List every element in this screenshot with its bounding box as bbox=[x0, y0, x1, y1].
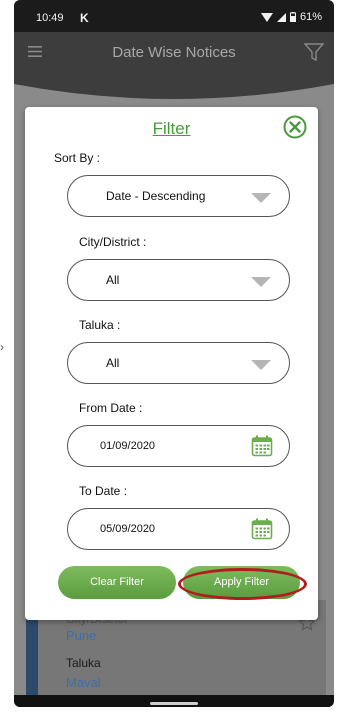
notice-city-value: Pune bbox=[66, 628, 97, 643]
clear-filter-button[interactable]: Clear Filter bbox=[58, 566, 176, 599]
from-date-label: From Date : bbox=[79, 401, 143, 415]
status-bar: 10:49 K 61% bbox=[14, 0, 334, 32]
notice-taluka-value: Maval bbox=[66, 675, 101, 690]
wifi-icon bbox=[260, 12, 273, 22]
dialog-title: Filter bbox=[152, 119, 191, 138]
to-date-value: 05/09/2020 bbox=[100, 523, 156, 535]
header-wave bbox=[14, 74, 334, 99]
city-district-value: All bbox=[106, 273, 120, 287]
app-notification-badge: K bbox=[80, 11, 89, 25]
sort-by-value: Date - Descending bbox=[106, 189, 206, 203]
status-indicators: 61% bbox=[260, 11, 322, 23]
city-district-dropdown[interactable]: All bbox=[67, 259, 290, 301]
taluka-value: All bbox=[106, 356, 120, 370]
from-date-field[interactable]: 01/09/2020 bbox=[67, 425, 290, 467]
apply-filter-button[interactable]: Apply Filter bbox=[183, 566, 300, 599]
page-title: Date Wise Notices bbox=[112, 44, 236, 61]
close-circle-icon[interactable] bbox=[283, 115, 307, 139]
battery-percent: 61% bbox=[299, 11, 322, 23]
side-chevron-icon: › bbox=[0, 340, 4, 354]
city-district-label: City/District : bbox=[79, 235, 147, 249]
from-date-value: 01/09/2020 bbox=[100, 440, 156, 452]
sort-by-dropdown[interactable]: Date - Descending bbox=[67, 175, 290, 217]
to-date-label: To Date : bbox=[79, 484, 128, 498]
calendar-icon[interactable] bbox=[251, 518, 273, 540]
dropdown-arrow-icon bbox=[251, 277, 271, 287]
to-date-field[interactable]: 05/09/2020 bbox=[67, 508, 290, 550]
dropdown-arrow-icon bbox=[251, 360, 271, 370]
status-time: 10:49 bbox=[36, 12, 64, 24]
system-nav-bar bbox=[14, 695, 334, 707]
funnel-filter-icon[interactable] bbox=[304, 42, 324, 62]
sort-by-label: Sort By : bbox=[54, 151, 101, 165]
calendar-icon[interactable] bbox=[251, 435, 273, 457]
app-bar: Date Wise Notices bbox=[14, 32, 334, 74]
signal-icon bbox=[276, 12, 286, 22]
home-gesture-pill[interactable] bbox=[150, 702, 198, 705]
taluka-dropdown[interactable]: All bbox=[67, 342, 290, 384]
dropdown-arrow-icon bbox=[251, 193, 271, 203]
taluka-label: Taluka : bbox=[79, 318, 121, 332]
battery-icon bbox=[289, 12, 296, 22]
notice-taluka-label: Taluka bbox=[66, 656, 101, 670]
